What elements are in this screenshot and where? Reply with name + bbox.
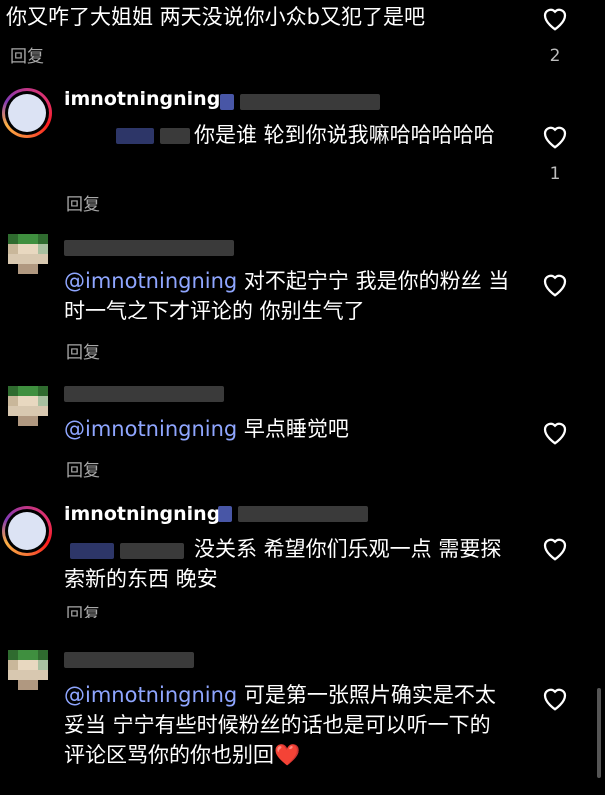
- pixelated-meta: [238, 506, 368, 522]
- pixelated-meta: [240, 94, 380, 110]
- pixelated-badge: [218, 506, 232, 522]
- comment-text: 你是谁 轮到你说我嘛哈哈哈哈哈: [194, 123, 495, 147]
- heart-outline-icon[interactable]: [540, 122, 570, 150]
- comment-text: 你又咋了大姐姐 两天没说你小众b又犯了是吧: [6, 5, 426, 29]
- reply-button[interactable]: 回复: [66, 600, 100, 618]
- pixelated-username: [64, 386, 224, 402]
- like-count: 1: [549, 164, 561, 184]
- heart-outline-icon[interactable]: [540, 534, 570, 562]
- like-count: 2: [549, 46, 561, 66]
- reply-button[interactable]: 回复: [66, 338, 100, 363]
- username[interactable]: imnotningning: [64, 503, 220, 525]
- pixelated-badge: [220, 94, 234, 110]
- heart-outline-icon[interactable]: [540, 270, 570, 298]
- avatar[interactable]: [8, 650, 48, 690]
- avatar[interactable]: [8, 386, 48, 426]
- avatar[interactable]: [2, 506, 52, 556]
- pixelated-username: [64, 240, 234, 256]
- avatar[interactable]: [2, 88, 52, 138]
- pixelated-username: [64, 652, 194, 668]
- avatar[interactable]: [8, 234, 48, 274]
- username[interactable]: imnotningning: [64, 88, 220, 110]
- mention-link[interactable]: @imnotningning: [64, 417, 237, 441]
- comment-text: @imnotningning 对不起宁宁 我是你的粉丝 当时一气之下才评论的 你…: [64, 269, 510, 323]
- scrollbar[interactable]: [597, 688, 601, 778]
- heart-outline-icon[interactable]: [540, 418, 570, 446]
- reply-button[interactable]: 回复: [66, 190, 100, 215]
- comment-text: 没关系 希望你们乐观一点 需要探索新的东西 晚安: [64, 537, 502, 591]
- red-heart-emoji: ❤️: [274, 743, 301, 767]
- mention-link[interactable]: @imnotningning: [64, 683, 237, 707]
- comment-text: @imnotningning 早点睡觉吧: [64, 417, 349, 441]
- heart-outline-icon[interactable]: [540, 684, 570, 712]
- mention-link[interactable]: @imnotningning: [64, 269, 237, 293]
- reply-button[interactable]: 回复: [66, 456, 100, 481]
- reply-button[interactable]: 回复: [10, 42, 44, 67]
- heart-outline-icon[interactable]: [540, 4, 570, 32]
- comment-text: @imnotningning 可是第一张照片确实是不太妥当 宁宁有些时候粉丝的话…: [64, 683, 496, 767]
